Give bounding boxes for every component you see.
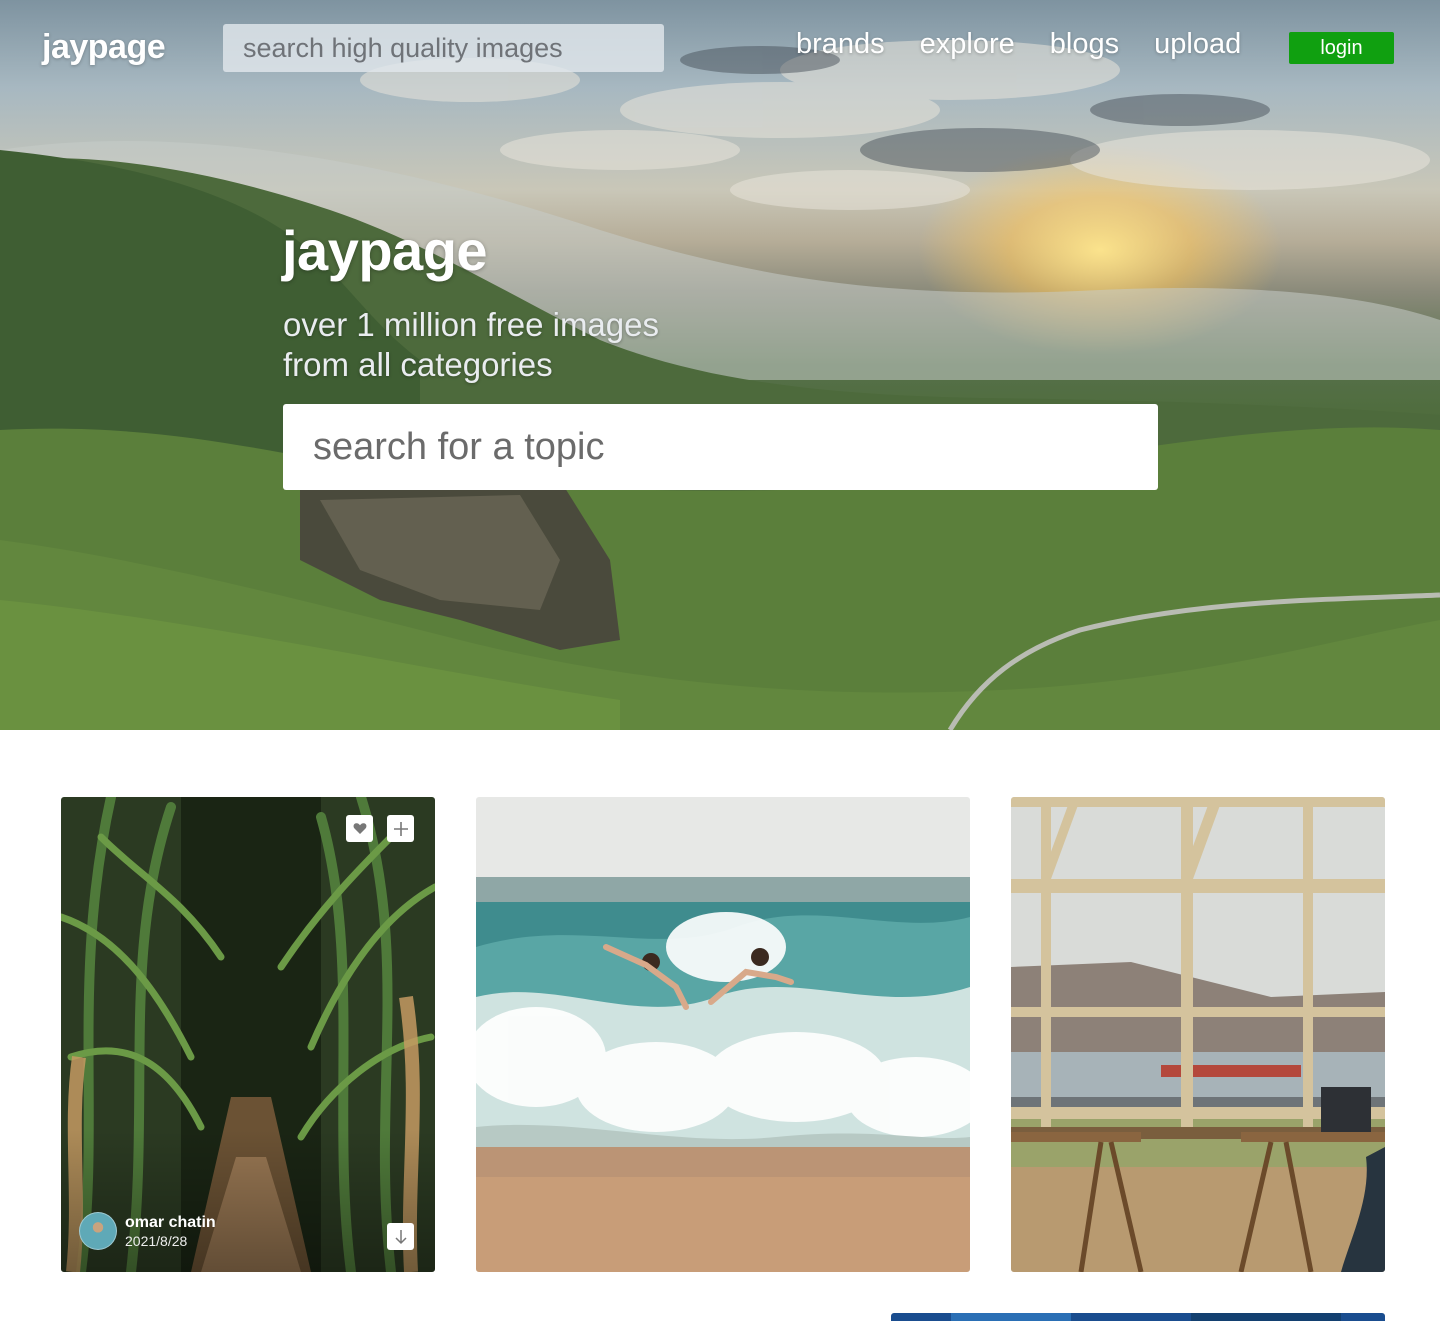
login-button[interactable]: login: [1289, 32, 1394, 64]
avatar: [79, 1212, 117, 1250]
add-to-collection-button[interactable]: [387, 815, 414, 842]
image-card-window-view[interactable]: [1011, 797, 1385, 1272]
hero-title: jaypage: [282, 219, 488, 282]
nav-link-blogs[interactable]: blogs: [1050, 28, 1119, 61]
hero-banner: jaypage brands explore blogs upload logi…: [0, 0, 1440, 730]
hero-landscape-image: [0, 40, 1440, 730]
main-nav: brands explore blogs upload: [796, 28, 1276, 61]
image-card-ocean-swimmers[interactable]: [476, 797, 970, 1272]
site-logo[interactable]: jaypage: [42, 28, 166, 67]
hero-subtitle-line2: from all categories: [283, 346, 553, 383]
header-search-input[interactable]: [223, 24, 664, 72]
cornfield-photo: [61, 797, 435, 1272]
hero-subtitle-line1: over 1 million free images: [283, 306, 659, 343]
hero-search-input[interactable]: [283, 404, 1158, 490]
photo-date: 2021/8/28: [125, 1232, 188, 1249]
nav-link-explore[interactable]: explore: [920, 28, 1015, 61]
ocean-swimmers-photo: [476, 797, 970, 1272]
like-button[interactable]: [346, 815, 373, 842]
image-card-cornfield[interactable]: omar chatin 2021/8/28: [61, 797, 435, 1272]
partial-photo: [891, 1313, 1385, 1321]
heart-icon: [353, 823, 366, 834]
author-meta: omar chatin 2021/8/28: [125, 1213, 216, 1250]
plus-icon: [393, 821, 408, 836]
nav-link-upload[interactable]: upload: [1154, 28, 1241, 61]
author-info[interactable]: omar chatin 2021/8/28: [79, 1212, 216, 1250]
window-view-photo: [1011, 797, 1385, 1272]
nav-link-brands[interactable]: brands: [796, 28, 885, 61]
download-icon: [394, 1229, 407, 1244]
image-card-partial[interactable]: [891, 1313, 1385, 1321]
download-button[interactable]: [387, 1223, 414, 1250]
author-name: omar chatin: [125, 1213, 216, 1231]
hero-subtitle: over 1 million free images from all cate…: [283, 305, 659, 385]
